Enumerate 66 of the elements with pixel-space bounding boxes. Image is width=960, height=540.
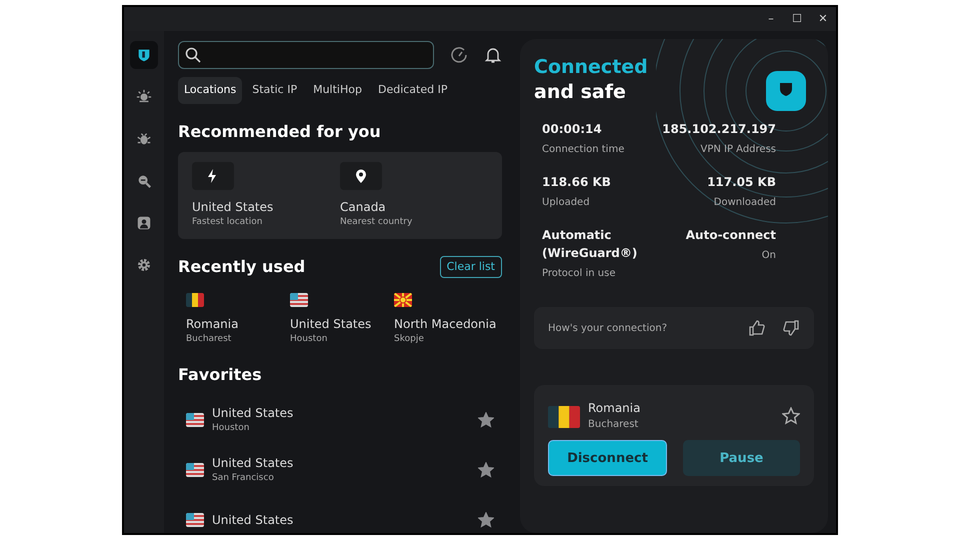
stat-value: Auto-connect <box>684 227 776 244</box>
location-caption: Bucharest <box>588 418 640 432</box>
stat-value: 185.102.217.197 <box>661 121 776 138</box>
location-name[interactable]: Canada <box>340 198 488 216</box>
search-field[interactable] <box>178 41 434 69</box>
thumbs-up-icon <box>748 319 766 338</box>
location-name[interactable]: United States <box>212 454 478 472</box>
speedometer-icon <box>450 46 468 64</box>
flag-icon <box>548 406 580 428</box>
flag-icon <box>290 292 308 307</box>
location-caption: Houston <box>290 333 328 346</box>
search-icon <box>185 47 201 63</box>
sidebar-item[interactable] <box>130 41 158 69</box>
tab[interactable]: Static IP <box>246 77 304 104</box>
window-control[interactable]: ✕ <box>810 7 836 31</box>
thumbs-down-icon <box>782 319 800 338</box>
stat-value: 117.05 KB <box>706 174 776 192</box>
location-name[interactable]: Romania <box>186 315 290 333</box>
person-icon <box>136 214 152 232</box>
section-heading: Favorites <box>178 364 263 386</box>
location-caption: Houston <box>212 422 250 435</box>
section-heading: Recently used <box>178 256 306 278</box>
location-name[interactable]: North Macedonia <box>394 315 498 333</box>
location-name[interactable]: United States <box>290 315 394 333</box>
status-title: and safe <box>534 80 627 104</box>
flag-icon <box>186 292 204 307</box>
flag-icon <box>394 292 412 307</box>
flag-icon <box>186 513 204 528</box>
clear-list-button[interactable]: Clear list <box>440 256 502 278</box>
stat-label: Uploaded <box>542 196 591 210</box>
tab[interactable]: Locations <box>178 77 242 104</box>
stat-label: Connection time <box>542 143 626 158</box>
stat-value: 118.66 KB <box>542 174 612 192</box>
tab[interactable]: Dedicated IP <box>372 77 454 104</box>
window-control[interactable]: – <box>758 7 784 31</box>
star-icon[interactable] <box>478 462 494 478</box>
status-title: Connected <box>534 55 649 80</box>
feedback-question: How's your connection? <box>548 322 668 336</box>
location-caption: San Francisco <box>212 472 275 485</box>
stat-value: 00:00:14 <box>542 121 603 138</box>
location-caption: Skopje <box>394 333 425 346</box>
tab[interactable]: MultiHop <box>307 77 368 104</box>
settings-icon <box>136 256 152 274</box>
location-name: Romania <box>588 400 642 418</box>
location-name[interactable]: United States <box>212 404 478 422</box>
stat-label: Protocol in use <box>542 267 616 282</box>
star-icon[interactable] <box>478 412 494 428</box>
location-name[interactable]: United States <box>212 510 478 528</box>
notification-bell-icon[interactable] <box>484 46 502 64</box>
location-caption: Bucharest <box>186 333 232 346</box>
stat-label: On <box>760 249 776 264</box>
location-name[interactable]: United States <box>192 198 340 216</box>
flag-icon <box>186 463 204 478</box>
stat-label: VPN IP Address <box>699 143 776 158</box>
window-control[interactable]: ☐ <box>784 7 810 31</box>
section-heading: Recommended for you <box>178 120 382 142</box>
location-pin-icon <box>353 168 369 184</box>
star-icon[interactable] <box>478 512 494 528</box>
location-caption: Nearest country <box>340 216 414 228</box>
stat-value: Automatic (WireGuard®) <box>542 227 638 262</box>
star-icon[interactable] <box>782 406 800 425</box>
pause-button[interactable]: Pause <box>683 440 800 476</box>
disconnect-button[interactable]: Disconnect <box>548 440 667 476</box>
flag-icon <box>186 413 204 428</box>
stat-label: Downloaded <box>712 196 776 210</box>
location-caption: Fastest location <box>192 216 264 228</box>
